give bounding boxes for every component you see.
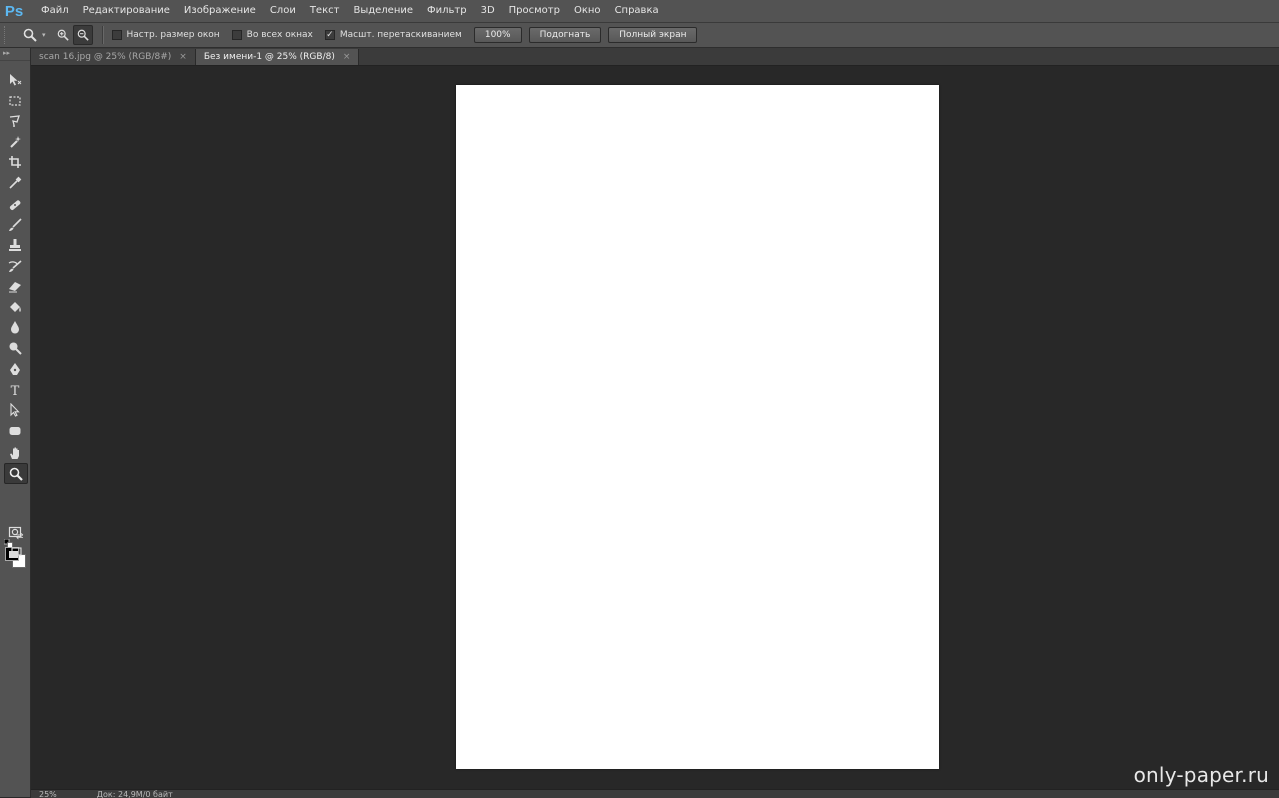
move-tool-icon[interactable] — [4, 70, 26, 89]
eyedropper-tool-icon[interactable] — [4, 173, 26, 192]
screen-mode-icon[interactable] — [4, 543, 26, 562]
svg-text:T: T — [11, 384, 20, 397]
fit-screen-button[interactable]: Подогнать — [528, 27, 602, 43]
shape-tool-icon[interactable] — [4, 421, 26, 440]
path-selection-tool-icon[interactable] — [4, 400, 26, 419]
actual-pixels-button[interactable]: 100% — [473, 27, 522, 43]
tab-untitled-1[interactable]: Без имени-1 @ 25% (RGB/8) × — [195, 49, 360, 65]
resize-windows-label: Настр. размер окон — [126, 30, 220, 40]
tab-untitled-1-label: Без имени-1 @ 25% (RGB/8) — [203, 52, 335, 62]
menu-3d[interactable]: 3D — [474, 0, 502, 22]
zoom-in-icon[interactable] — [54, 26, 72, 44]
menu-type[interactable]: Текст — [303, 0, 347, 22]
options-bar: ▾ Настр. размер окон Во всех окнах ✓ Мас… — [0, 23, 1279, 48]
quick-mask-icon[interactable] — [4, 522, 26, 541]
all-windows-box[interactable] — [231, 30, 242, 40]
scrubby-zoom-box[interactable]: ✓ — [324, 30, 335, 40]
tools-panel-header[interactable]: ▸▸ — [0, 48, 30, 61]
resize-windows-box[interactable] — [111, 30, 122, 40]
type-tool-icon[interactable]: T — [4, 380, 26, 399]
hand-tool-icon[interactable] — [4, 443, 26, 462]
document-tabs: scan 16.jpg @ 25% (RGB/8#) × Без имени-1… — [31, 48, 1279, 66]
document-canvas[interactable] — [456, 85, 939, 769]
close-icon[interactable]: × — [343, 52, 351, 62]
tab-scan16-label: scan 16.jpg @ 25% (RGB/8#) — [39, 52, 172, 62]
scrubby-zoom-label: Масшт. перетаскиванием — [339, 30, 462, 40]
crop-tool-icon[interactable] — [4, 152, 26, 171]
resize-windows-checkbox[interactable]: Настр. размер окон — [111, 30, 220, 40]
menu-window[interactable]: Окно — [567, 0, 608, 22]
menu-image[interactable]: Изображение — [177, 0, 263, 22]
menu-filter[interactable]: Фильтр — [420, 0, 474, 22]
menu-edit[interactable]: Редактирование — [76, 0, 177, 22]
zoom-out-icon[interactable] — [72, 25, 93, 45]
options-grip[interactable] — [4, 26, 9, 44]
menu-view[interactable]: Просмотр — [502, 0, 567, 22]
tool-preset-caret-icon[interactable]: ▾ — [42, 31, 46, 39]
menu-layers[interactable]: Слои — [263, 0, 303, 22]
paint-bucket-tool-icon[interactable] — [4, 297, 26, 316]
fill-screen-button[interactable]: Полный экран — [608, 27, 698, 43]
zoom-tool-icon[interactable] — [4, 463, 28, 484]
scrubby-zoom-checkbox[interactable]: ✓ Масшт. перетаскиванием — [324, 30, 462, 40]
zoom-tool-preset-icon[interactable] — [19, 25, 41, 45]
menu-file[interactable]: Файл — [34, 0, 76, 22]
menu-bar: Ps Файл Редактирование Изображение Слои … — [0, 0, 1279, 23]
healing-brush-tool-icon[interactable] — [4, 195, 26, 214]
history-brush-tool-icon[interactable] — [4, 256, 26, 275]
watermark: only-paper.ru — [1133, 763, 1269, 787]
marquee-tool-icon[interactable] — [4, 91, 26, 110]
pen-tool-icon[interactable] — [4, 359, 26, 378]
menu-select[interactable]: Выделение — [346, 0, 420, 22]
clone-stamp-tool-icon[interactable] — [4, 235, 26, 254]
magic-wand-tool-icon[interactable] — [4, 132, 26, 151]
lasso-tool-icon[interactable] — [4, 111, 26, 130]
all-windows-checkbox[interactable]: Во всех окнах — [231, 30, 313, 40]
tab-scan16[interactable]: scan 16.jpg @ 25% (RGB/8#) × — [31, 49, 196, 65]
brush-tool-icon[interactable] — [4, 215, 26, 234]
menu-help[interactable]: Справка — [608, 0, 666, 22]
eraser-tool-icon[interactable] — [4, 276, 26, 295]
blur-tool-icon[interactable] — [4, 317, 26, 336]
dodge-tool-icon[interactable] — [4, 338, 26, 357]
photoshop-logo[interactable]: Ps — [0, 0, 28, 22]
all-windows-label: Во всех окнах — [246, 30, 313, 40]
options-separator — [101, 26, 104, 44]
close-icon[interactable]: × — [179, 52, 187, 62]
tools-panel: ▸▸ T ⇄ — [0, 48, 31, 797]
